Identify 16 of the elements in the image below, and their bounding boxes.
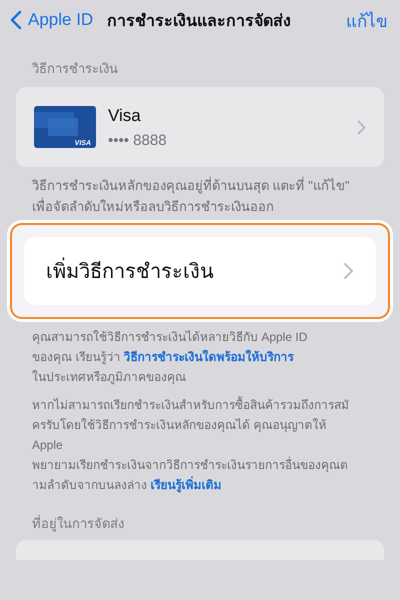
add-payment-button[interactable]: เพิ่มวิธีการชำระเงิน <box>24 237 376 305</box>
learn-more-link[interactable]: เรียนรู้เพิ่มเติม <box>150 478 222 492</box>
card-number: •••• 8888 <box>108 132 168 148</box>
card-name: Visa <box>108 106 142 126</box>
footer-text: วิธีการชำระเงินหลักของคุณอยู่ที่ด้านบนสุด แตะที่ "แก้ไข" เพื่อจัดลำดับใหม่หรือลบวิธีการชำระเงินออก <box>31 176 350 216</box>
back-link[interactable]: Apple ID <box>10 10 94 30</box>
chevron-icon <box>357 120 366 134</box>
info-text: คุณสามารถใช้วิธีการชำระเงินได้หลายวิธีกับ Apple ID ของคุณ เรียนรู้ว่า วิธีการชำระเงินใดพร้อมให้บริการ ในประเทศหรือภูมิภาคของคุณ <box>31 329 308 386</box>
section-header: วิธีการชำระเงิน <box>31 60 119 78</box>
page-title: การชำระเงินและการจัดส่ง <box>107 12 292 32</box>
info-text: หากไม่สามารถเรียกชำระเงินสำหรับการซื้อสินค้ารวมถึงการสมั ครรับโดยใช้วิธีการชำระเงินหลักของคุณได้ คุณอนุญาตให้ Apple พยายามเรียกชำระเงินจากวิธีการชำระเงินรายการอื่นของคุณต ามลำดับจากบนลงล่าง เรียนรู้เพิ่มเติม <box>31 395 350 494</box>
edit-link[interactable]: แก้ไข <box>346 6 388 34</box>
back-chevron-icon <box>10 10 22 30</box>
learn-more-link[interactable]: วิธีการชำระเงินใดพร้อมให้บริการ <box>124 350 294 364</box>
chevron-icon <box>343 262 354 280</box>
section-header: ที่อยู่ในการจัดส่ง <box>31 514 125 534</box>
